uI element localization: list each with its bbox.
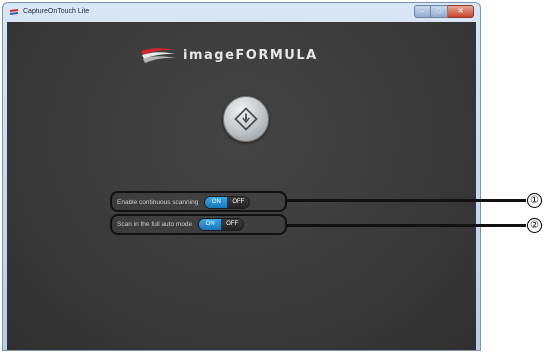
start-scan-button[interactable] [223, 96, 269, 142]
callout-line-2 [286, 224, 526, 227]
callout-box-1 [110, 191, 287, 212]
callout-number-1: ① [527, 193, 542, 208]
minimize-button[interactable]: – [414, 5, 431, 18]
logo-text: imageFORMULA [183, 47, 318, 63]
close-button[interactable]: ✕ [448, 5, 474, 18]
start-diamond-icon [234, 107, 258, 131]
window-title: CaptureOnTouch Lite [23, 8, 90, 15]
callout-number-2: ② [527, 218, 542, 233]
maximize-button[interactable]: □ [431, 5, 448, 18]
canon-swoosh-logo [141, 48, 175, 63]
title-bar[interactable]: CaptureOnTouch Lite – □ ✕ [3, 3, 480, 22]
app-icon [10, 9, 18, 15]
window-controls: – □ ✕ [414, 5, 474, 18]
callout-box-2 [110, 214, 287, 235]
main-panel: imageFORMULA Enable continuous scanning … [7, 22, 476, 350]
imageformula-logo: imageFORMULA [139, 44, 349, 66]
callout-line-1 [286, 199, 526, 202]
app-window: CaptureOnTouch Lite – □ ✕ imageFORMULA E… [2, 2, 481, 351]
